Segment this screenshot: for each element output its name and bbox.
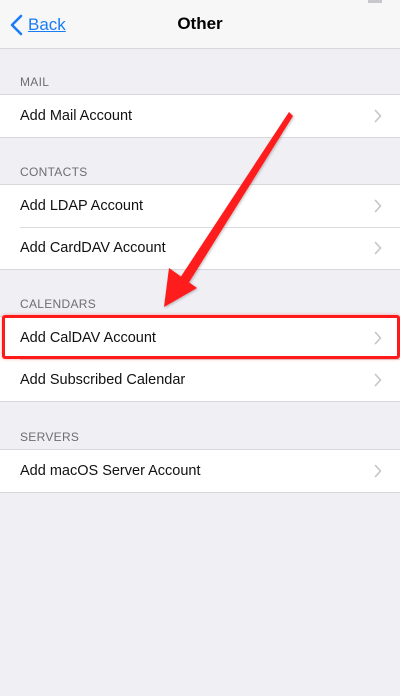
annotation-arrow-icon: [164, 112, 293, 307]
